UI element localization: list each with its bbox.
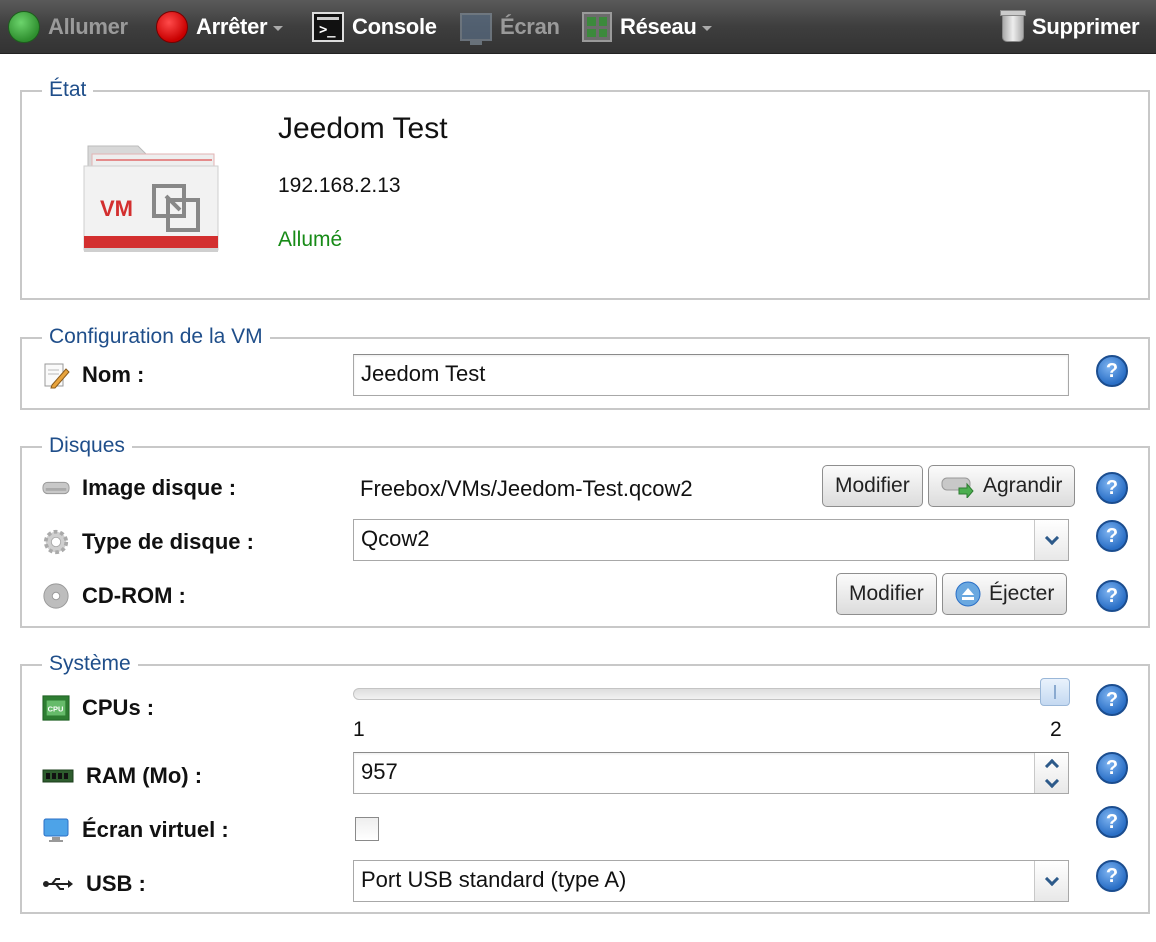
eject-button[interactable]: Éjecter bbox=[942, 573, 1068, 615]
ram-spinner[interactable] bbox=[1034, 753, 1068, 793]
help-icon[interactable]: ? bbox=[1096, 806, 1128, 838]
help-icon[interactable]: ? bbox=[1096, 752, 1128, 784]
console-button[interactable]: >_ Console bbox=[312, 0, 437, 54]
gear-icon bbox=[42, 528, 70, 556]
cpus-label: CPU CPUs : bbox=[42, 694, 154, 722]
cpu-min-label: 1 bbox=[353, 718, 365, 741]
ram-label: RAM (Mo) : bbox=[42, 762, 202, 790]
name-label: Nom : bbox=[42, 361, 144, 389]
virtual-screen-checkbox[interactable] bbox=[355, 817, 379, 841]
screen-button[interactable]: Écran bbox=[460, 0, 560, 54]
usb-icon bbox=[42, 870, 74, 898]
terminal-icon: >_ bbox=[312, 12, 344, 42]
help-icon[interactable]: ? bbox=[1096, 860, 1128, 892]
monitor-icon bbox=[42, 816, 70, 844]
system-fieldset: Système CPU CPUs : 1 2 ? RAM (Mo) : 957 … bbox=[20, 652, 1150, 914]
monitor-icon bbox=[460, 13, 492, 45]
network-icon bbox=[582, 12, 612, 42]
power-on-icon bbox=[8, 11, 40, 43]
disk-image-label: Image disque : bbox=[42, 474, 236, 502]
disks-fieldset: Disques Image disque : Freebox/VMs/Jeedo… bbox=[20, 434, 1150, 628]
svg-text:VM: VM bbox=[100, 196, 133, 221]
cpu-max-label: 2 bbox=[1050, 718, 1062, 741]
usb-select[interactable]: Port USB standard (type A) bbox=[353, 860, 1069, 902]
chevron-down-icon bbox=[273, 25, 284, 31]
toolbar: Allumer Arrêter >_ Console Écran Réseau … bbox=[0, 0, 1156, 54]
name-input[interactable]: Jeedom Test bbox=[353, 354, 1069, 396]
config-fieldset: Configuration de la VM Nom : Jeedom Test… bbox=[20, 325, 1150, 410]
virtual-screen-label: Écran virtuel : bbox=[42, 816, 229, 844]
ram-input[interactable]: 957 bbox=[353, 752, 1069, 794]
vm-folder-icon: VM bbox=[83, 145, 219, 252]
stop-button[interactable]: Arrêter bbox=[156, 0, 284, 54]
trash-icon bbox=[1000, 10, 1026, 42]
cpu-icon: CPU bbox=[42, 694, 70, 722]
help-icon[interactable]: ? bbox=[1096, 520, 1128, 552]
cdrom-label: CD-ROM : bbox=[42, 582, 186, 610]
status-text: Allumé bbox=[278, 228, 343, 251]
modify-disk-button[interactable]: Modifier bbox=[822, 465, 923, 507]
eject-icon bbox=[955, 581, 981, 607]
modify-cdrom-button[interactable]: Modifier bbox=[836, 573, 937, 615]
power-on-button[interactable]: Allumer bbox=[8, 0, 128, 54]
state-legend: État bbox=[42, 78, 94, 102]
chevron-down-icon bbox=[1034, 520, 1068, 560]
stop-icon bbox=[156, 11, 188, 43]
chevron-down-icon bbox=[1034, 861, 1068, 901]
cpu-slider-track[interactable] bbox=[353, 688, 1053, 700]
vm-ip: 192.168.2.13 bbox=[278, 174, 401, 197]
help-icon[interactable]: ? bbox=[1096, 472, 1128, 504]
config-legend: Configuration de la VM bbox=[42, 325, 270, 349]
system-legend: Système bbox=[42, 652, 138, 676]
disk-add-icon bbox=[941, 474, 975, 498]
network-button[interactable]: Réseau bbox=[582, 0, 713, 54]
help-icon[interactable]: ? bbox=[1096, 580, 1128, 612]
disk-type-select[interactable]: Qcow2 bbox=[353, 519, 1069, 561]
disk-image-path: Freebox/VMs/Jeedom-Test.qcow2 bbox=[360, 476, 693, 501]
memory-icon bbox=[42, 762, 74, 790]
vm-name: Jeedom Test bbox=[278, 112, 448, 145]
disks-legend: Disques bbox=[42, 434, 132, 458]
cd-icon bbox=[42, 582, 70, 610]
edit-icon bbox=[42, 361, 70, 389]
help-icon[interactable]: ? bbox=[1096, 355, 1128, 387]
help-icon[interactable]: ? bbox=[1096, 684, 1128, 716]
disk-type-label: Type de disque : bbox=[42, 528, 254, 556]
chevron-down-icon[interactable] bbox=[1035, 773, 1068, 793]
svg-text:CPU: CPU bbox=[48, 705, 64, 714]
chevron-down-icon bbox=[702, 25, 713, 31]
cpu-slider-handle[interactable] bbox=[1040, 678, 1070, 706]
hard-disk-icon bbox=[42, 474, 70, 502]
usb-label: USB : bbox=[42, 870, 146, 898]
delete-button[interactable]: Supprimer bbox=[1000, 0, 1140, 54]
enlarge-disk-button[interactable]: Agrandir bbox=[928, 465, 1076, 507]
state-fieldset: État VM Jeedom Test 192.168.2.13 Allumé bbox=[20, 78, 1150, 300]
chevron-up-icon[interactable] bbox=[1035, 753, 1068, 773]
